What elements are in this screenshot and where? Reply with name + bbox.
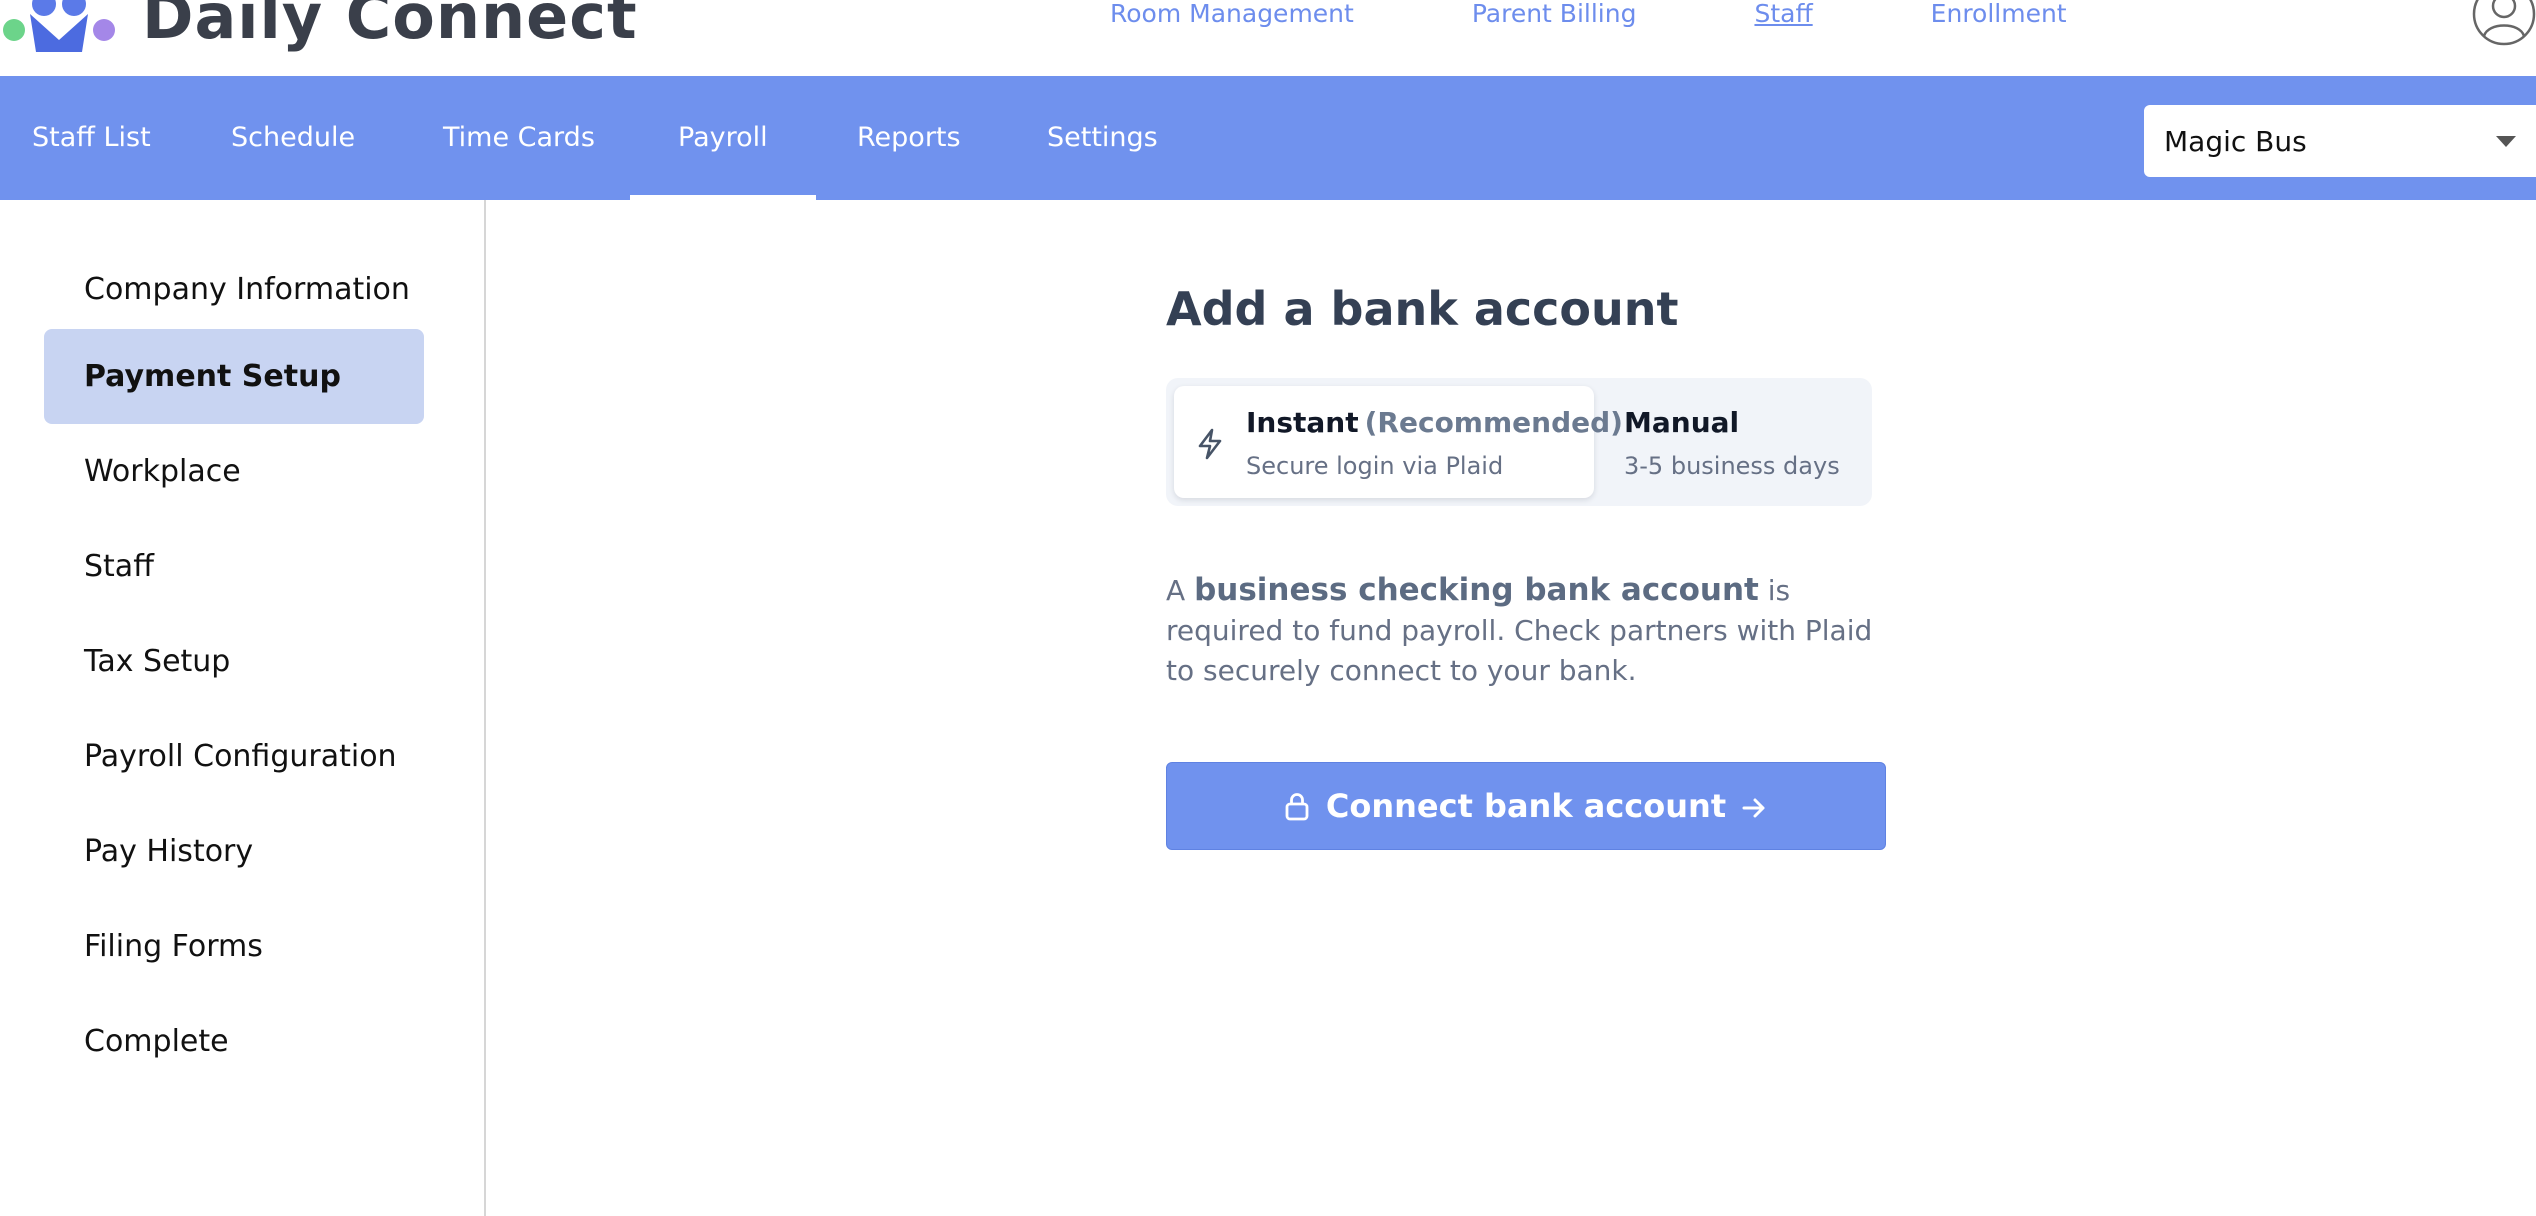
method-instant-label: Instant (Recommended) bbox=[1246, 406, 1623, 439]
method-instant-subtext: Secure login via Plaid bbox=[1246, 452, 1504, 480]
recommended-tag: (Recommended) bbox=[1364, 406, 1623, 439]
description-emphasis: business checking bank account bbox=[1194, 572, 1759, 608]
tab-schedule[interactable]: Schedule bbox=[231, 76, 355, 200]
sidebar-item-company-information[interactable]: Company Information bbox=[44, 242, 424, 337]
nav-room-management[interactable]: Room Management bbox=[1110, 0, 1354, 30]
sidebar-item-payroll-configuration[interactable]: Payroll Configuration bbox=[44, 709, 424, 804]
sidebar-item-tax-setup[interactable]: Tax Setup bbox=[44, 614, 424, 709]
logo-mark-icon bbox=[0, 0, 120, 52]
description-prefix: A bbox=[1166, 574, 1195, 607]
sub-nav-bar: Staff List Schedule Time Cards Payroll R… bbox=[0, 76, 2536, 200]
connection-method-toggle: Instant (Recommended) Secure login via Pl… bbox=[1166, 378, 1872, 506]
tab-time-cards[interactable]: Time Cards bbox=[443, 76, 595, 200]
arrow-right-icon bbox=[1740, 792, 1768, 820]
method-manual-subtext: 3-5 business days bbox=[1624, 452, 1840, 480]
method-manual-label: Manual bbox=[1624, 406, 1740, 439]
sidebar-item-pay-history[interactable]: Pay History bbox=[44, 804, 424, 899]
bolt-icon bbox=[1196, 428, 1224, 460]
nav-enrollment[interactable]: Enrollment bbox=[1931, 0, 2067, 30]
connect-button-label: Connect bank account bbox=[1325, 787, 1727, 825]
tab-settings[interactable]: Settings bbox=[1047, 76, 1158, 200]
location-select[interactable]: Magic Bus bbox=[2144, 105, 2536, 177]
nav-staff[interactable]: Staff bbox=[1754, 0, 1812, 30]
top-nav: Room Management Parent Billing Staff Enr… bbox=[1110, 0, 2067, 30]
sidebar-item-filing-forms[interactable]: Filing Forms bbox=[44, 899, 424, 994]
sidebar-item-complete[interactable]: Complete bbox=[44, 994, 424, 1089]
sidebar-item-payment-setup[interactable]: Payment Setup bbox=[44, 329, 424, 424]
tab-reports[interactable]: Reports bbox=[857, 76, 961, 200]
tab-payroll[interactable]: Payroll bbox=[630, 76, 816, 200]
brand-logo[interactable]: Daily Connect bbox=[0, 0, 638, 52]
payroll-setup-sidebar: Company Information Payment Setup Workpl… bbox=[0, 200, 486, 1216]
sidebar-item-staff[interactable]: Staff bbox=[44, 519, 424, 614]
sidebar-item-workplace[interactable]: Workplace bbox=[44, 424, 424, 519]
lock-icon bbox=[1284, 791, 1310, 821]
main-content: Add a bank account Instant (Recommended) … bbox=[488, 200, 2536, 1216]
connect-bank-account-button[interactable]: Connect bank account bbox=[1166, 762, 1886, 850]
page-title: Add a bank account bbox=[1166, 282, 1679, 336]
method-instant-title: Instant bbox=[1246, 406, 1359, 439]
tab-staff-list[interactable]: Staff List bbox=[32, 76, 151, 200]
location-select-value: Magic Bus bbox=[2164, 124, 2307, 158]
user-circle-icon[interactable] bbox=[2472, 0, 2536, 46]
method-manual-option[interactable]: Manual 3-5 business days bbox=[1606, 386, 1864, 498]
method-instant-option[interactable]: Instant (Recommended) Secure login via Pl… bbox=[1174, 386, 1623, 498]
top-header: Daily Connect Room Management Parent Bil… bbox=[0, 0, 2536, 76]
chevron-down-icon bbox=[2496, 136, 2516, 147]
nav-parent-billing[interactable]: Parent Billing bbox=[1472, 0, 1637, 30]
bank-account-description: A business checking bank account is requ… bbox=[1166, 570, 1906, 691]
brand-name: Daily Connect bbox=[142, 0, 638, 53]
